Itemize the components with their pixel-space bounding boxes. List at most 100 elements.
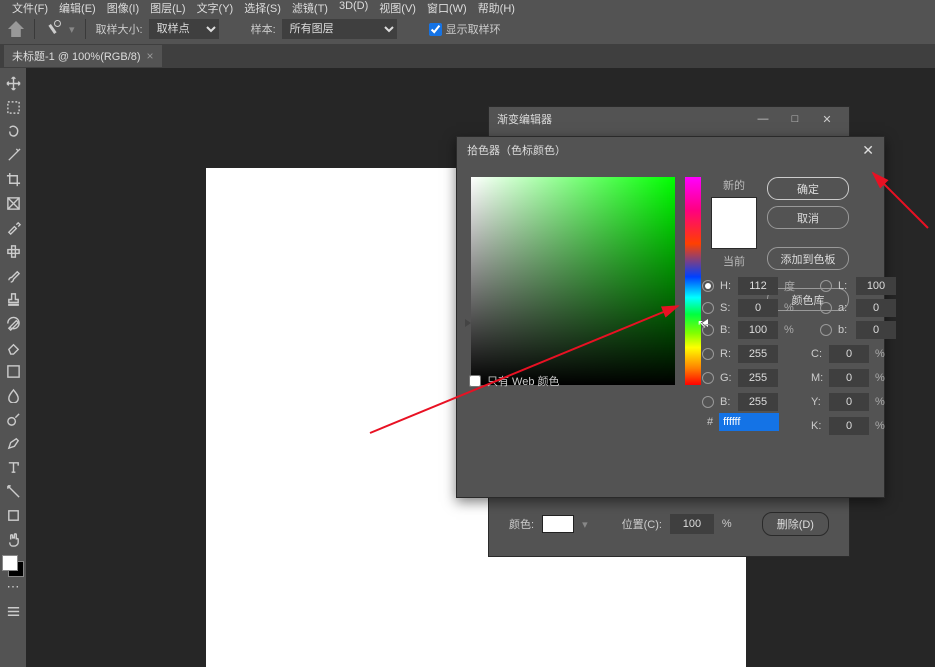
a-radio[interactable]: [820, 302, 832, 314]
position-input[interactable]: [670, 514, 714, 534]
hex-input[interactable]: [719, 413, 779, 431]
show-ring-input[interactable]: [429, 23, 442, 36]
menu-3d[interactable]: 3D(D): [335, 0, 372, 14]
dodge-tool[interactable]: [2, 408, 24, 430]
position-label: 位置(C):: [622, 516, 662, 532]
minimize-icon[interactable]: —: [749, 110, 777, 128]
g-input[interactable]: [738, 369, 778, 387]
sample-size-label: 取样大小:: [96, 21, 143, 37]
stop-color-swatch[interactable]: [542, 515, 574, 533]
h-radio[interactable]: [702, 280, 714, 292]
menu-edit[interactable]: 编辑(E): [55, 0, 100, 14]
menu-layer[interactable]: 图层(L): [146, 0, 189, 14]
options-bar: ▾ 取样大小: 取样点 样本: 所有图层 显示取样环: [0, 14, 935, 44]
r-input[interactable]: [738, 345, 778, 363]
dropdown-icon[interactable]: ▾: [582, 518, 588, 531]
eraser-tool[interactable]: [2, 336, 24, 358]
a-input[interactable]: [856, 299, 896, 317]
brush-tool[interactable]: [2, 264, 24, 286]
b-rgb-radio[interactable]: [702, 396, 714, 408]
s-radio[interactable]: [702, 302, 714, 314]
brightness-input[interactable]: [738, 321, 778, 339]
menu-file[interactable]: 文件(F): [8, 0, 52, 14]
b-lab-radio[interactable]: [820, 324, 832, 336]
close-icon[interactable]: ✕: [813, 110, 841, 128]
menu-select[interactable]: 选择(S): [240, 0, 285, 14]
show-ring-checkbox[interactable]: 显示取样环: [429, 21, 501, 37]
r-radio[interactable]: [702, 348, 714, 360]
add-swatch-button[interactable]: 添加到色板: [767, 247, 849, 270]
close-icon[interactable]: ×: [147, 49, 154, 63]
close-icon[interactable]: ✕: [862, 142, 874, 159]
b-hsb-radio[interactable]: [702, 324, 714, 336]
picker-title-text: 拾色器（色标颜色）: [467, 142, 566, 158]
color-swatches[interactable]: [2, 555, 24, 587]
type-tool[interactable]: [2, 456, 24, 478]
menu-type[interactable]: 文字(Y): [193, 0, 238, 14]
new-color-label: 新的: [723, 177, 745, 193]
menu-image[interactable]: 图像(I): [103, 0, 143, 14]
saturation-brightness-field[interactable]: [471, 177, 675, 385]
move-tool[interactable]: [2, 72, 24, 94]
edit-toolbar[interactable]: [2, 600, 24, 622]
heal-tool[interactable]: [2, 240, 24, 262]
rgb-inputs: R: G: B:: [702, 345, 780, 411]
pen-tool[interactable]: [2, 432, 24, 454]
color-picker-dialog: 拾色器（色标颜色） ✕ ↖ 新的 当前 确定 取消 添加到色板: [456, 136, 885, 498]
gradient-dialog-titlebar[interactable]: 渐变编辑器 — □ ✕: [489, 107, 849, 131]
hsb-lab-inputs: H:度 L: S:% a: B:% b:: [702, 277, 872, 339]
h-input[interactable]: [738, 277, 778, 295]
gradient-dialog-title: 渐变编辑器: [497, 111, 552, 127]
wand-tool[interactable]: [2, 144, 24, 166]
menu-bar: 文件(F) 编辑(E) 图像(I) 图层(L) 文字(Y) 选择(S) 滤镜(T…: [0, 0, 935, 14]
cancel-button[interactable]: 取消: [767, 206, 849, 229]
lab-b-input[interactable]: [856, 321, 896, 339]
hand-tool[interactable]: [2, 528, 24, 550]
history-brush-tool[interactable]: [2, 312, 24, 334]
path-tool[interactable]: [2, 480, 24, 502]
picker-titlebar[interactable]: 拾色器（色标颜色） ✕: [457, 137, 884, 163]
menu-window[interactable]: 窗口(W): [423, 0, 471, 14]
sample-layer-label: 样本:: [251, 21, 276, 37]
hex-row: #: [707, 413, 779, 431]
color-label: 颜色:: [509, 516, 534, 532]
web-only-input[interactable]: [469, 375, 481, 387]
lasso-tool[interactable]: [2, 120, 24, 142]
l-input[interactable]: [856, 277, 896, 295]
shape-tool[interactable]: [2, 504, 24, 526]
frame-tool[interactable]: [2, 192, 24, 214]
tools-panel: ⋯: [0, 68, 26, 667]
g-radio[interactable]: [702, 372, 714, 384]
sample-size-select[interactable]: 取样点: [149, 19, 219, 39]
c-input[interactable]: [829, 345, 869, 363]
delete-button[interactable]: 删除(D): [762, 512, 829, 536]
position-unit: %: [722, 518, 732, 530]
menu-view[interactable]: 视图(V): [375, 0, 420, 14]
k-input[interactable]: [829, 417, 869, 435]
home-icon[interactable]: [8, 21, 24, 37]
blur-tool[interactable]: [2, 384, 24, 406]
foreground-color[interactable]: [2, 555, 18, 571]
b-rgb-input[interactable]: [738, 393, 778, 411]
crop-tool[interactable]: [2, 168, 24, 190]
maximize-icon[interactable]: □: [781, 110, 809, 128]
s-input[interactable]: [738, 299, 778, 317]
sample-layer-select[interactable]: 所有图层: [282, 19, 397, 39]
workspace: ⋯ 渐变编辑器 — □ ✕ 颜色: ▾ 位置(C): %: [0, 68, 935, 667]
stamp-tool[interactable]: [2, 288, 24, 310]
gradient-tool[interactable]: [2, 360, 24, 382]
hue-slider[interactable]: [685, 177, 701, 385]
document-tab-bar: 未标题-1 @ 100%(RGB/8) ×: [0, 44, 935, 68]
marquee-tool[interactable]: [2, 96, 24, 118]
menu-help[interactable]: 帮助(H): [474, 0, 519, 14]
y-input[interactable]: [829, 393, 869, 411]
m-input[interactable]: [829, 369, 869, 387]
color-preview: [711, 197, 757, 249]
eyedropper-icon[interactable]: [45, 20, 63, 38]
web-only-checkbox[interactable]: 只有 Web 颜色: [469, 373, 560, 389]
ok-button[interactable]: 确定: [767, 177, 849, 200]
document-tab[interactable]: 未标题-1 @ 100%(RGB/8) ×: [4, 45, 162, 67]
l-radio[interactable]: [820, 280, 832, 292]
menu-filter[interactable]: 滤镜(T): [288, 0, 332, 14]
eyedropper-tool[interactable]: [2, 216, 24, 238]
